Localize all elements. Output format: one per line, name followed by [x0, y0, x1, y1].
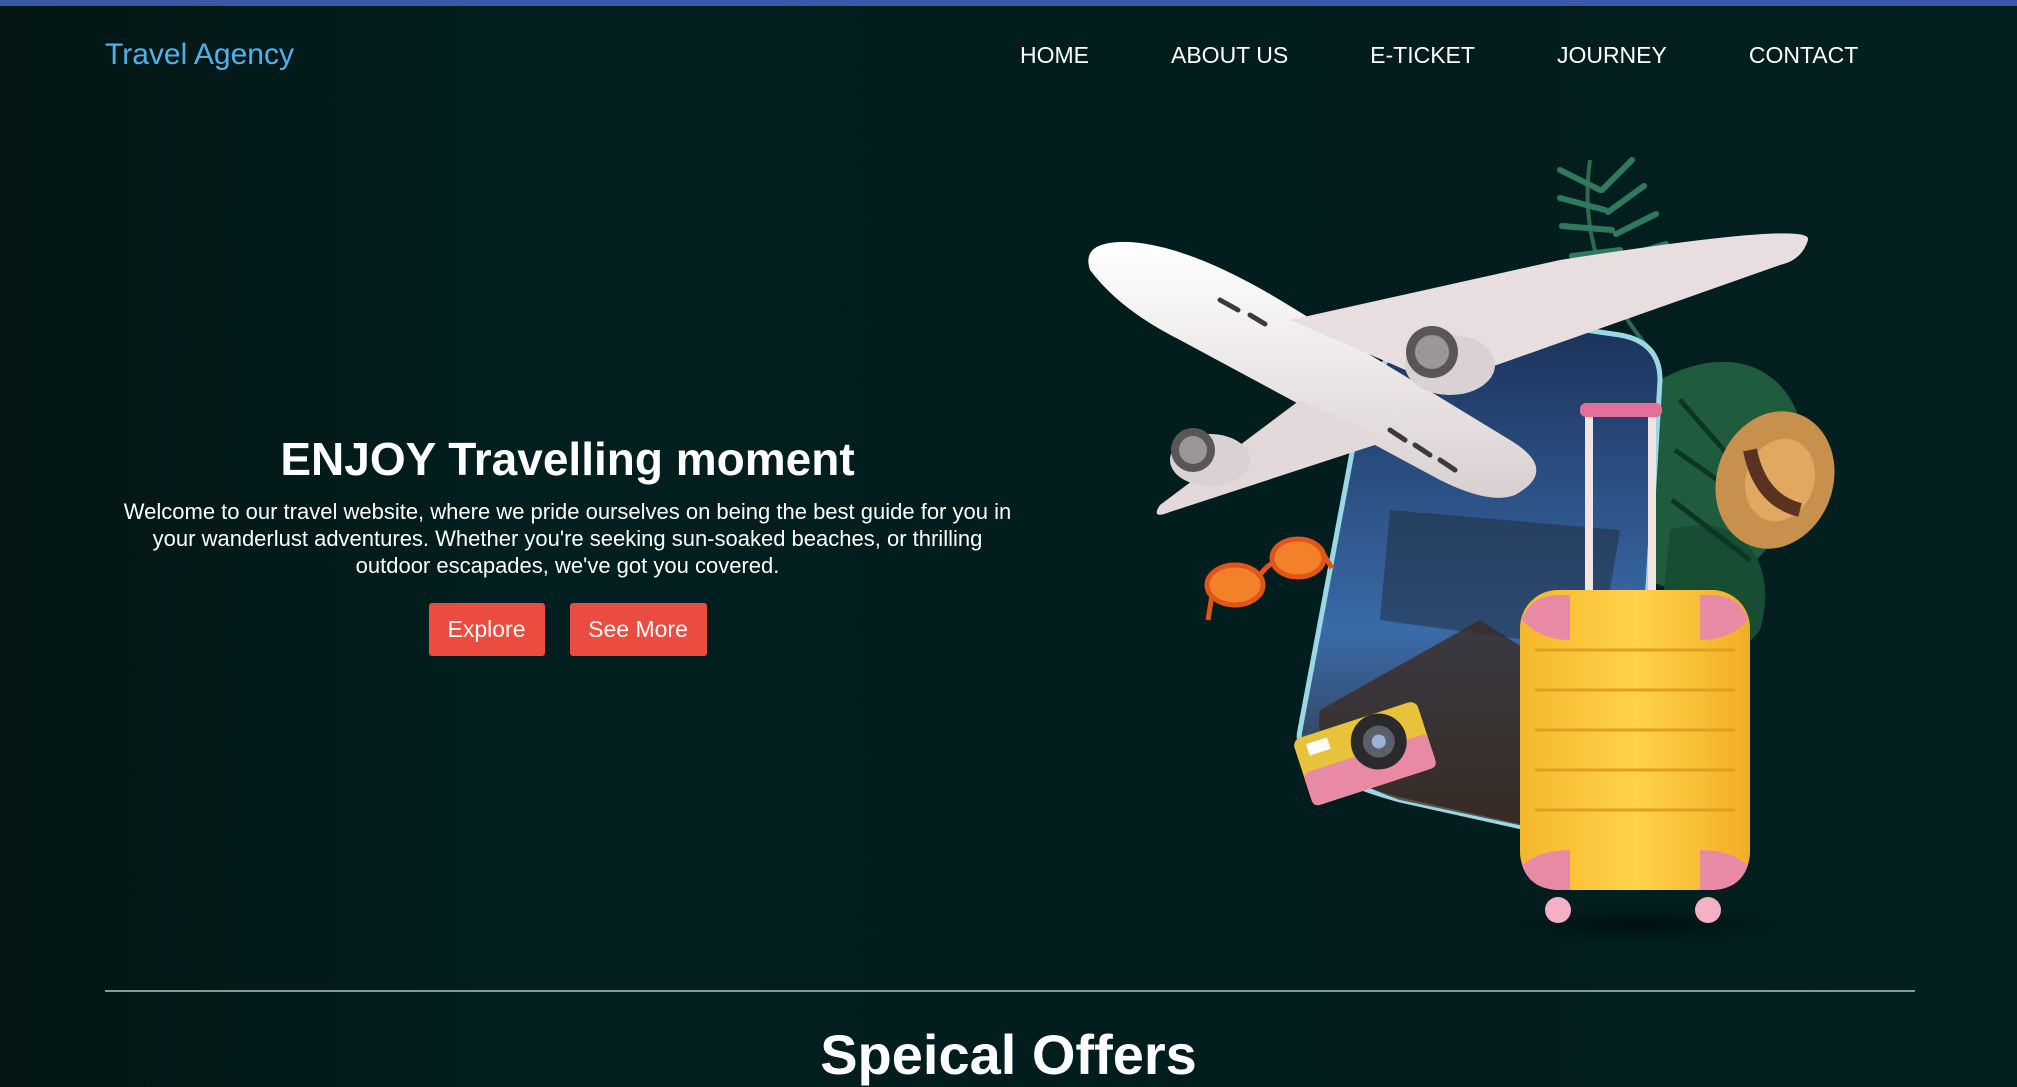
hero-description: Welcome to our travel website, where we … — [123, 499, 1012, 578]
hero-text-block: ENJOY Travelling moment Welcome to our t… — [120, 430, 1015, 656]
brand-logo-text[interactable]: Travel Agency — [105, 38, 294, 72]
section-divider — [105, 990, 1915, 992]
special-offers-title: Speical Offers — [820, 1023, 1197, 1086]
explore-button[interactable]: Explore — [428, 603, 545, 656]
see-more-button[interactable]: See More — [569, 603, 707, 656]
nav-contact[interactable]: CONTACT — [1749, 42, 1858, 69]
nav-journey[interactable]: JOURNEY — [1557, 42, 1667, 69]
sunglasses-icon — [1204, 536, 1335, 621]
nav-about-us[interactable]: ABOUT US — [1171, 42, 1288, 69]
nav-home[interactable]: HOME — [1020, 42, 1089, 69]
hero-travel-illustration — [1088, 157, 1835, 943]
main-nav: HOME ABOUT US E-TICKET JOURNEY CONTACT — [1020, 42, 1858, 69]
nav-e-ticket[interactable]: E-TICKET — [1370, 42, 1475, 69]
top-accent-bar — [0, 0, 2017, 6]
hero-buttons: Explore See More — [120, 603, 1015, 656]
hero-title: ENJOY Travelling moment — [280, 433, 855, 485]
